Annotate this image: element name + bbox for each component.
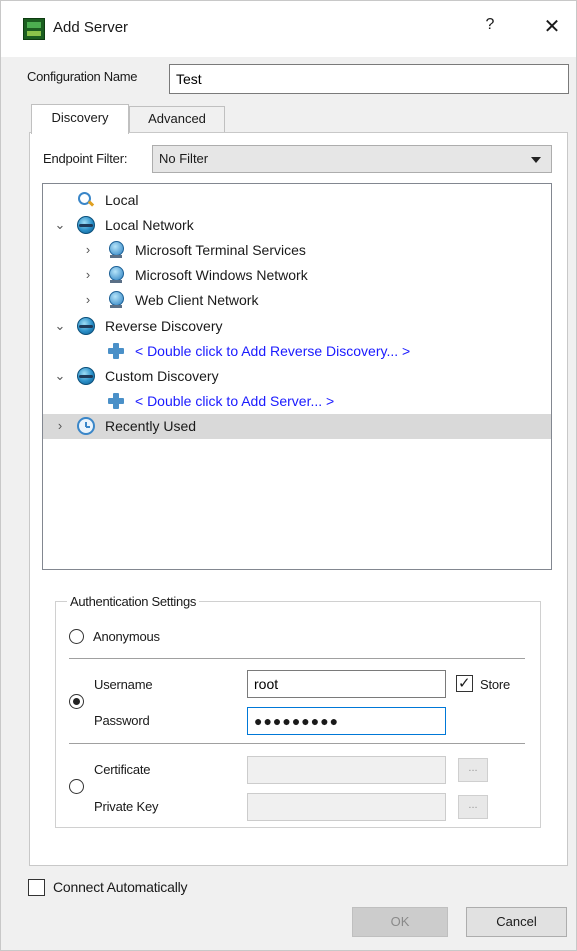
globe-icon: [77, 317, 95, 335]
certificate-radio[interactable]: [69, 779, 84, 794]
tab-discovery[interactable]: Discovery: [31, 104, 129, 134]
tree-item-label: Web Client Network: [135, 292, 259, 308]
certificate-input[interactable]: [247, 756, 446, 784]
tree-item-local-network[interactable]: ⌄ Local Network: [43, 213, 551, 238]
help-button[interactable]: ?: [479, 16, 501, 40]
search-icon: [77, 191, 95, 209]
chevron-down-icon[interactable]: ⌄: [53, 318, 67, 334]
add-server-dialog: Add Server ? ✕ Configuration Name Discov…: [0, 0, 577, 951]
checkmark-icon: ✓: [458, 675, 471, 692]
authentication-settings-legend: Authentication Settings: [67, 594, 200, 609]
close-button[interactable]: ✕: [539, 14, 565, 42]
endpoint-filter-label: Endpoint Filter:: [43, 151, 128, 166]
tree-item-add-reverse-discovery[interactable]: < Double click to Add Reverse Discovery.…: [43, 339, 551, 364]
app-icon: [23, 18, 45, 40]
tree-item-web-client-network[interactable]: › Web Client Network: [43, 288, 551, 313]
tree-item-label: Reverse Discovery: [105, 318, 223, 334]
network-icon: [107, 266, 125, 284]
tree-item-microsoft-windows-network[interactable]: › Microsoft Windows Network: [43, 263, 551, 288]
connect-automatically-label: Connect Automatically: [53, 879, 188, 895]
configuration-name-input[interactable]: [169, 64, 569, 94]
divider: [69, 658, 525, 659]
plus-icon: [107, 342, 125, 360]
tree-item-label: Custom Discovery: [105, 368, 219, 384]
network-icon: [107, 241, 125, 259]
username-password-radio[interactable]: [69, 694, 84, 709]
window-title: Add Server: [53, 19, 129, 36]
title-bar: Add Server ? ✕: [1, 1, 576, 57]
tree-item-custom-discovery[interactable]: ⌄ Custom Discovery: [43, 364, 551, 389]
tab-advanced[interactable]: Advanced: [129, 106, 225, 132]
endpoint-filter-select[interactable]: No Filter: [152, 145, 552, 173]
chevron-down-icon[interactable]: ⌄: [53, 368, 67, 384]
private-key-input[interactable]: [247, 793, 446, 821]
connect-automatically-checkbox[interactable]: [28, 879, 45, 896]
globe-icon: [77, 216, 95, 234]
tree-item-label: < Double click to Add Reverse Discovery.…: [135, 343, 411, 359]
chevron-right-icon[interactable]: ›: [81, 292, 95, 308]
chevron-right-icon[interactable]: ›: [81, 242, 95, 258]
tree-item-label: Microsoft Terminal Services: [135, 242, 306, 258]
chevron-right-icon[interactable]: ›: [81, 267, 95, 283]
clock-icon: [77, 417, 95, 435]
private-key-label: Private Key: [94, 799, 159, 814]
tree-item-label: Local: [105, 192, 139, 208]
globe-icon: [77, 367, 95, 385]
discovery-tree[interactable]: Local ⌄ Local Network › Microsoft Termin…: [42, 183, 552, 570]
store-checkbox[interactable]: ✓: [456, 675, 473, 692]
password-mask: ●●●●●●●●●: [254, 713, 340, 729]
tree-item-label: < Double click to Add Server... >: [135, 393, 335, 409]
certificate-browse-button[interactable]: ...: [458, 758, 488, 782]
cancel-button[interactable]: Cancel: [466, 907, 567, 937]
chevron-down-icon[interactable]: ⌄: [53, 217, 67, 233]
plus-icon: [107, 392, 125, 410]
network-icon: [107, 291, 125, 309]
username-input[interactable]: [247, 670, 446, 698]
password-label: Password: [94, 713, 150, 728]
tree-item-local[interactable]: Local: [43, 188, 551, 213]
tree-item-label: Microsoft Windows Network: [135, 267, 308, 283]
tree-item-add-server[interactable]: < Double click to Add Server... >: [43, 389, 551, 414]
anonymous-label: Anonymous: [93, 629, 160, 644]
chevron-right-icon[interactable]: ›: [53, 418, 67, 434]
tree-item-label: Recently Used: [105, 418, 197, 434]
ok-button[interactable]: OK: [352, 907, 448, 937]
tree-item-microsoft-terminal-services[interactable]: › Microsoft Terminal Services: [43, 238, 551, 263]
dropdown-arrow-icon: [531, 157, 541, 163]
anonymous-radio[interactable]: [69, 629, 84, 644]
tree-item-reverse-discovery[interactable]: ⌄ Reverse Discovery: [43, 314, 551, 339]
store-label: Store: [480, 677, 511, 692]
password-input[interactable]: ●●●●●●●●●: [247, 707, 446, 735]
certificate-label: Certificate: [94, 762, 151, 777]
username-label: Username: [94, 677, 153, 692]
tree-item-recently-used[interactable]: › Recently Used: [43, 414, 551, 439]
configuration-name-label: Configuration Name: [27, 69, 138, 84]
endpoint-filter-value: No Filter: [159, 151, 209, 166]
divider: [69, 743, 525, 744]
private-key-browse-button[interactable]: ...: [458, 795, 488, 819]
tree-item-label: Local Network: [105, 217, 194, 233]
